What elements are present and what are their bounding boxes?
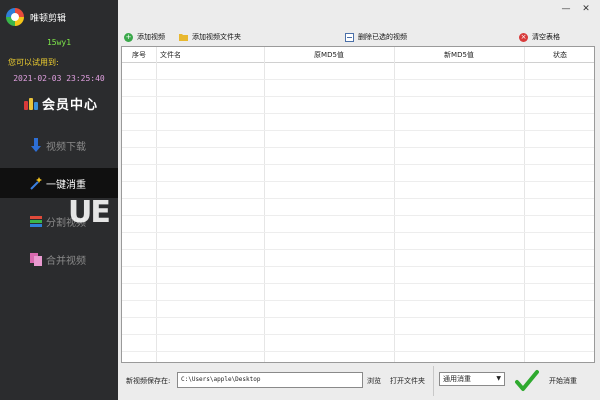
folder-icon	[179, 33, 188, 42]
nav-item-label: 合并视频	[46, 255, 86, 267]
member-center-label: 会员中心	[42, 98, 99, 113]
col-header-new-md5: 新MD5值	[444, 51, 474, 59]
watermark-logo: UE	[68, 195, 111, 230]
browse-button[interactable]: 浏览	[367, 376, 381, 386]
add-folder-button[interactable]: 添加视频文件夹	[179, 32, 241, 42]
nav-item-merge-video[interactable]: 合并视频	[0, 244, 118, 274]
close-button[interactable]: ✕	[576, 2, 596, 16]
minimize-button[interactable]: —	[556, 2, 576, 16]
start-dedup-label: 开始消重	[549, 377, 577, 385]
add-circle-icon: +	[124, 32, 133, 42]
clear-table-button[interactable]: × 清空表格	[519, 32, 560, 42]
col-header-status: 状态	[553, 51, 567, 59]
chevron-down-icon: ▼	[496, 375, 501, 382]
magic-wand-icon	[30, 176, 42, 190]
delete-selected-button[interactable]: 删除已选的视频	[345, 32, 407, 42]
col-header-filename: 文件名	[160, 51, 181, 59]
dedup-mode-value: 通用消重	[443, 375, 471, 383]
video-table[interactable]: 序号 文件名 原MD5值 新MD5值 状态	[121, 46, 595, 363]
save-path-input[interactable]: C:\Users\apple\Desktop	[177, 372, 363, 388]
col-header-original-md5: 原MD5值	[314, 51, 344, 59]
start-dedup-button[interactable]: 开始消重	[515, 368, 595, 394]
add-video-button[interactable]: + 添加视频	[124, 32, 165, 42]
download-arrow-icon	[30, 138, 42, 152]
clear-x-icon: ×	[519, 32, 528, 42]
delete-file-icon	[345, 32, 354, 42]
split-stack-icon	[30, 214, 42, 228]
nav-item-label: 一键消重	[46, 179, 86, 191]
app-title: 唯顿剪辑	[30, 13, 67, 24]
app-header: 唯顿剪辑	[6, 6, 66, 28]
open-folder-button[interactable]: 打开文件夹	[390, 376, 425, 386]
nav-item-video-download[interactable]: 视频下载	[0, 130, 118, 160]
toolbar: + 添加视频 添加视频文件夹 删除已选的视频 × 清空表格	[118, 30, 600, 46]
nav-item-one-click-dedup[interactable]: 一键消重	[0, 168, 118, 198]
trial-date: 2021-02-03 23:25:40	[13, 74, 105, 83]
member-emblem-icon	[24, 97, 38, 110]
trial-label: 您可以试用到:	[8, 58, 59, 67]
table-body	[122, 63, 594, 362]
divider	[433, 366, 434, 396]
add-folder-label: 添加视频文件夹	[192, 33, 241, 41]
dedup-mode-select[interactable]: 通用消重 ▼	[439, 372, 505, 386]
bottom-bar: 新视频保存在: C:\Users\apple\Desktop 浏览 打开文件夹 …	[121, 366, 595, 396]
col-header-index: 序号	[132, 51, 146, 59]
delete-selected-label: 删除已选的视频	[358, 33, 407, 41]
clear-table-label: 清空表格	[532, 33, 560, 41]
app-logo-icon	[6, 8, 24, 26]
user-name: 15wy1	[46, 38, 72, 47]
nav-item-label: 视频下载	[46, 141, 86, 153]
merge-pages-icon	[30, 252, 42, 266]
window-controls: — ✕	[556, 2, 596, 16]
save-location-label: 新视频保存在:	[126, 377, 171, 385]
member-center-button[interactable]: 会员中心	[24, 94, 98, 113]
add-video-label: 添加视频	[137, 33, 165, 41]
checkmark-icon	[515, 369, 539, 393]
main-panel: — ✕ + 添加视频 添加视频文件夹 删除已选的视频 × 清空表格 序号 文件名	[118, 0, 600, 400]
